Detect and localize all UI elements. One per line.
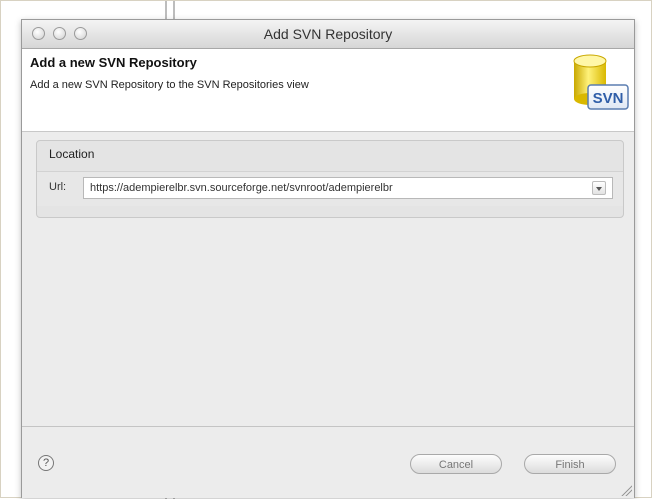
wizard-title: Add a new SVN Repository	[30, 55, 197, 70]
url-dropdown-button[interactable]	[592, 181, 606, 195]
title-bar[interactable]: Add SVN Repository	[22, 20, 634, 49]
cancel-button[interactable]: Cancel	[410, 454, 502, 474]
add-svn-repository-dialog: Add SVN Repository Add a new SVN Reposit…	[21, 19, 635, 498]
wizard-header: Add a new SVN Repository Add a new SVN R…	[22, 49, 634, 132]
location-group-label: Location	[49, 147, 95, 161]
finish-button[interactable]: Finish	[524, 454, 616, 474]
background-window-edge	[161, 1, 191, 19]
wizard-description: Add a new SVN Repository to the SVN Repo…	[30, 79, 309, 91]
resize-grip-icon[interactable]	[620, 484, 632, 496]
svn-database-icon: SVN	[573, 54, 629, 110]
wizard-footer: ? Cancel Finish	[22, 427, 634, 498]
screenshot-frame: Add SVN Repository Add a new SVN Reposit…	[0, 0, 652, 499]
url-label: Url:	[49, 181, 67, 193]
url-value[interactable]: https://adempierelbr.svn.sourceforge.net…	[90, 182, 393, 194]
window-title: Add SVN Repository	[263, 26, 393, 42]
url-combo-input[interactable]: https://adempierelbr.svn.sourceforge.net…	[83, 177, 613, 199]
location-group: Location Url: https://adempierelbr.svn.s…	[36, 140, 624, 218]
help-icon[interactable]: ?	[38, 455, 54, 471]
url-row: Url: https://adempierelbr.svn.sourceforg…	[37, 171, 623, 206]
chevron-down-icon	[596, 187, 602, 191]
svn-logo-text: SVN	[593, 90, 624, 107]
wizard-content: Location Url: https://adempierelbr.svn.s…	[22, 132, 634, 432]
